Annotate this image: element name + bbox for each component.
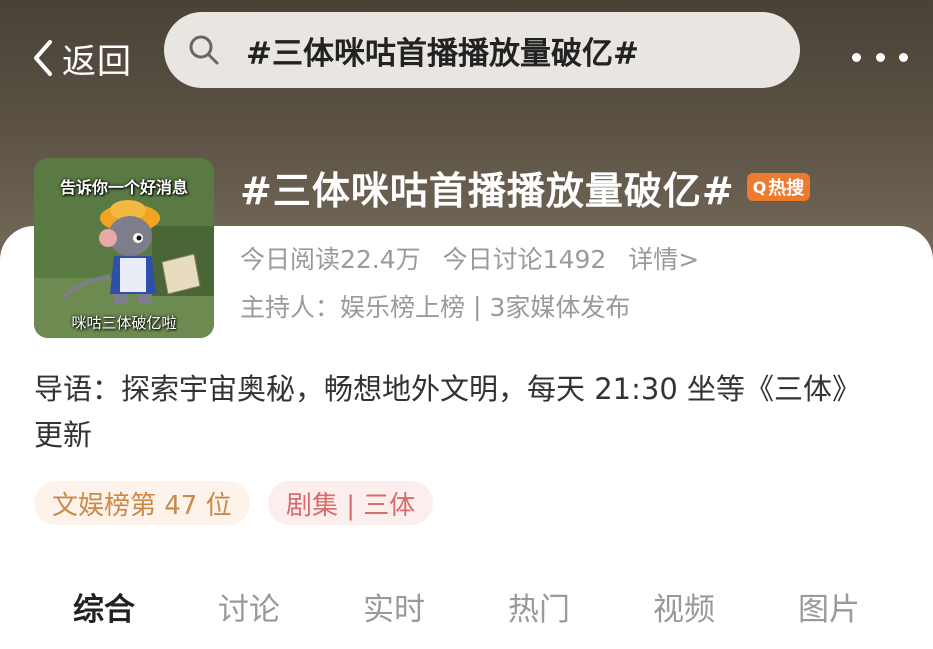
hot-search-badge: Q 热搜	[746, 173, 811, 201]
more-options-button[interactable]	[852, 42, 908, 72]
topic-thumbnail: 告诉你一个好消息 咪咕三体破亿啦	[34, 158, 214, 338]
host-label[interactable]: 主持人：娱乐榜上榜	[240, 288, 465, 324]
topic-stats: 今日阅读22.4万 今日讨论1492 详情>	[240, 240, 699, 276]
chevron-left-icon	[34, 40, 52, 76]
topic-title-text: #三体咪咕首播播放量破亿#	[240, 168, 735, 213]
topic-title: #三体咪咕首播播放量破亿# Q 热搜	[240, 162, 811, 213]
more-dot-icon	[875, 52, 885, 62]
tab-discussion[interactable]: 讨论	[199, 578, 299, 634]
search-icon	[189, 35, 219, 65]
hot-search-icon: Q	[752, 177, 767, 197]
thumbnail-top-caption: 告诉你一个好消息	[59, 178, 188, 197]
search-query: #三体咪咕首播播放量破亿#	[246, 35, 639, 72]
back-label: 返回	[62, 41, 132, 82]
tab-video[interactable]: 视频	[634, 578, 734, 634]
search-input[interactable]: #三体咪咕首播播放量破亿#	[164, 12, 800, 88]
tab-realtime[interactable]: 实时	[344, 578, 444, 634]
back-button[interactable]: 返回	[28, 34, 132, 82]
tab-images[interactable]: 图片	[779, 578, 879, 634]
tab-bar: 综合 讨论 实时 热门 视频 图片	[0, 578, 933, 634]
ranking-tag[interactable]: 文娱榜第 47 位	[34, 481, 250, 525]
discussions-count: 今日讨论1492	[442, 245, 607, 274]
more-dot-icon	[852, 52, 861, 62]
drama-tag[interactable]: 剧集 | 三体	[268, 481, 434, 525]
tab-hot[interactable]: 热门	[489, 578, 589, 634]
tab-overview[interactable]: 综合	[54, 578, 154, 634]
separator: |	[473, 291, 482, 321]
reads-count: 今日阅读22.4万	[240, 245, 421, 274]
topic-intro: 导语：探索宇宙奥秘，畅想地外文明，每天 21:30 坐等《三体》更新	[34, 372, 862, 452]
media-count[interactable]: 3家媒体发布	[489, 288, 630, 324]
host-info: 主持人：娱乐榜上榜 | 3家媒体发布	[240, 288, 630, 324]
details-link[interactable]: 详情>	[628, 240, 699, 276]
hot-badge-label: 热搜	[768, 178, 805, 199]
more-dot-icon	[899, 52, 908, 62]
thumbnail-bottom-caption: 咪咕三体破亿啦	[71, 314, 177, 332]
